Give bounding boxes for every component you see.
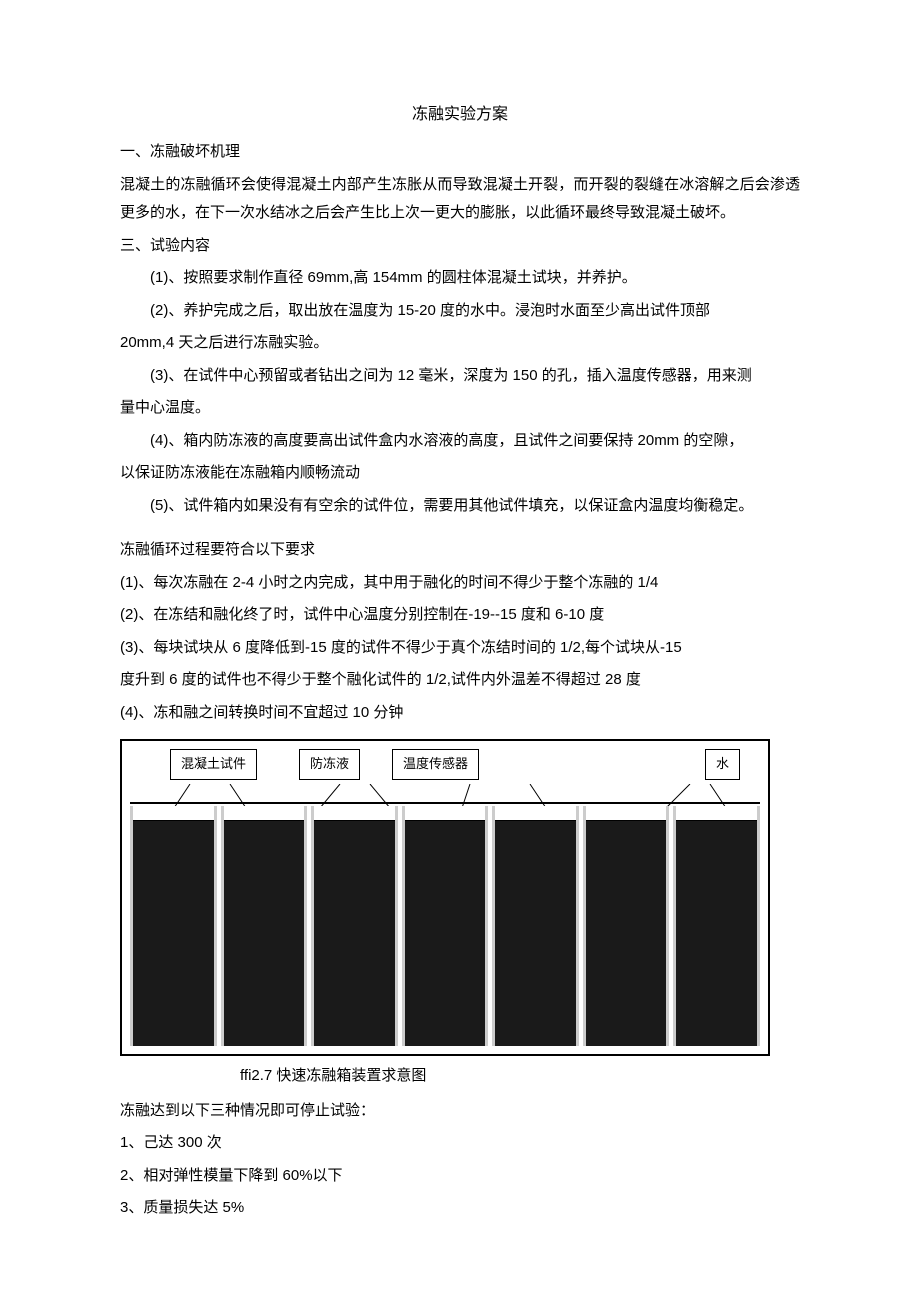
chamber-1: [130, 806, 217, 1046]
figure-container: 混凝土试件 防冻液 温度传感器 水: [120, 739, 800, 1056]
content-item-1: (1)、按照要求制作直径 69mm,高 154mm 的圆柱体混凝土试块，并养护。: [120, 264, 800, 293]
chamber-2: [221, 806, 308, 1046]
figure-labels-row: 混凝土试件 防冻液 温度传感器 水: [130, 749, 760, 780]
stop-item-3: 3、质量损失达 5%: [120, 1194, 800, 1223]
figure-box: 混凝土试件 防冻液 温度传感器 水: [120, 739, 770, 1056]
stop-item-2: 2、相对弹性模量下降到 60%以下: [120, 1162, 800, 1191]
chamber-3: [311, 806, 398, 1046]
figure-chambers: [130, 802, 760, 1046]
content-item-3-cont: 量中心温度。: [120, 394, 800, 423]
figure-label-sensor: 温度传感器: [392, 749, 479, 780]
chamber-5: [492, 806, 579, 1046]
content-item-2: (2)、养护完成之后，取出放在温度为 15-20 度的水中。浸泡时水面至少高出试…: [120, 297, 800, 326]
content-item-4: (4)、箱内防冻液的高度要高出试件盒内水溶液的高度，且试件之间要保持 20mm …: [120, 427, 800, 456]
figure-label-antifreeze: 防冻液: [299, 749, 360, 780]
cycle-item-1: (1)、每次冻融在 2-4 小时之内完成，其中用于融化的时间不得少于整个冻融的 …: [120, 569, 800, 598]
section-3-heading: 三、试验内容: [120, 232, 800, 261]
document-title: 冻融实验方案: [120, 100, 800, 130]
figure-caption: ffi2.7 快速冻融箱装置求意图: [240, 1062, 800, 1091]
chamber-6: [583, 806, 670, 1046]
chamber-7: [673, 806, 760, 1046]
figure-label-specimen: 混凝土试件: [170, 749, 257, 780]
cycle-item-3: (3)、每块试块从 6 度降低到-15 度的试件不得少于真个冻结时间的 1/2,…: [120, 634, 800, 663]
stop-heading: 冻融达到以下三种情况即可停止试验：: [120, 1097, 800, 1126]
stop-item-1: 1、己达 300 次: [120, 1129, 800, 1158]
cycle-item-4: (4)、冻和融之间转换时间不宜超过 10 分钟: [120, 699, 800, 728]
cycle-item-3-cont: 度升到 6 度的试件也不得少于整个融化试件的 1/2,试件内外温差不得超过 28…: [120, 666, 800, 695]
cycle-heading: 冻融循环过程要符合以下要求: [120, 536, 800, 565]
content-item-3: (3)、在试件中心预留或者钻出之间为 12 毫米，深度为 150 的孔，插入温度…: [120, 362, 800, 391]
figure-label-water: 水: [705, 749, 740, 780]
chamber-4: [402, 806, 489, 1046]
section-1-heading: 一、冻融破坏机理: [120, 138, 800, 167]
content-item-2-cont: 20mm,4 天之后进行冻融实验。: [120, 329, 800, 358]
cycle-item-2: (2)、在冻结和融化终了时，试件中心温度分别控制在-19--15 度和 6-10…: [120, 601, 800, 630]
figure-lead-lines: [130, 784, 760, 802]
content-item-4-cont: 以保证防冻液能在冻融箱内顺畅流动: [120, 459, 800, 488]
content-item-5: (5)、试件箱内如果没有有空余的试件位，需要用其他试件填充，以保证盒内温度均衡稳…: [120, 492, 800, 521]
section-1-paragraph: 混凝土的冻融循环会使得混凝土内部产生冻胀从而导致混凝土开裂，而开裂的裂缝在冰溶解…: [120, 171, 800, 228]
